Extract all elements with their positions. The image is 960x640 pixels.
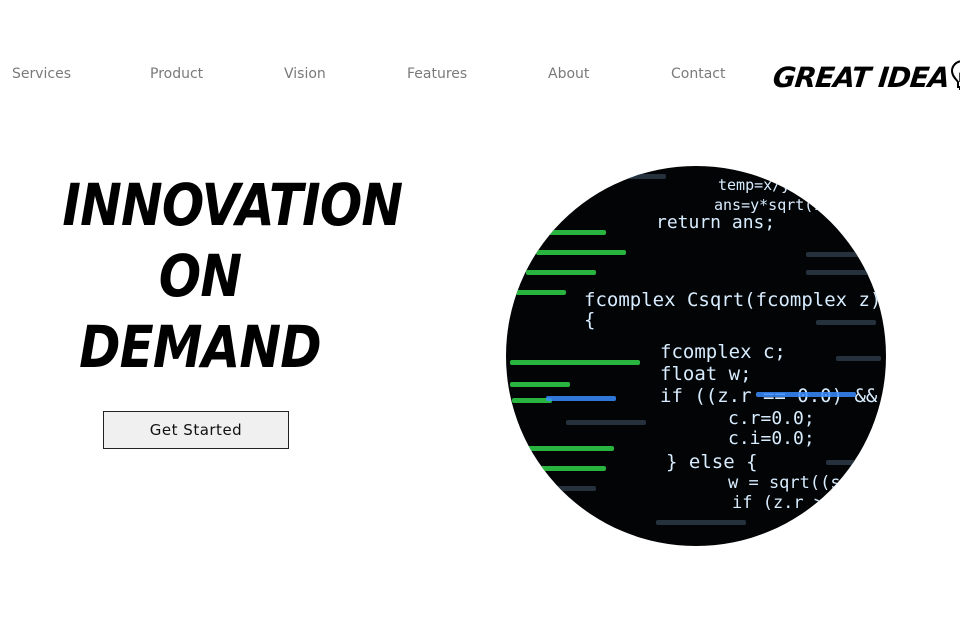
nav-item-product[interactable]: Product (150, 66, 203, 82)
code-fragment-20 (546, 396, 616, 401)
code-fragment-11 (806, 252, 866, 257)
code-fragment-15 (826, 460, 876, 465)
code-line-5: { (584, 309, 595, 331)
code-fragment-9 (526, 466, 606, 471)
code-line-7: float w; (660, 363, 752, 385)
get-started-button[interactable]: Get Started (103, 411, 289, 449)
code-image: temp=x/y;ans=y*sqrt(1.0+temp*temp);retur… (506, 166, 886, 546)
code-fragment-3 (526, 270, 596, 275)
lightbulb-icon (950, 60, 960, 93)
code-line-6: fcomplex c; (660, 341, 786, 363)
nav-item-about[interactable]: About (548, 66, 589, 82)
code-fragment-2 (536, 250, 626, 255)
nav-item-features[interactable]: Features (407, 66, 467, 82)
nav-item-vision[interactable]: Vision (284, 66, 326, 82)
code-line-12: w = sqrt((sqrt(z.r (728, 473, 886, 493)
hero-title: INNOVATION ON DEMAND (62, 170, 403, 383)
code-fragment-1 (546, 230, 606, 235)
code-fragment-6 (510, 382, 570, 387)
code-fragment-18 (606, 174, 666, 179)
code-image-graphic: temp=x/y;ans=y*sqrt(1.0+temp*temp);retur… (510, 174, 886, 525)
nav-item-services[interactable]: Services (12, 66, 71, 82)
code-line-3: return ans; (656, 212, 775, 233)
code-fragment-19 (756, 392, 856, 397)
code-line-11: } else { (666, 451, 758, 473)
code-fragment-10 (536, 486, 596, 491)
code-fragment-13 (816, 320, 876, 325)
code-line-13: if (z.r >= 0.0) { (732, 493, 886, 513)
nav-item-contact[interactable]: Contact (671, 66, 725, 82)
code-line-1: temp=x/y; (718, 176, 799, 194)
code-fragment-16 (566, 420, 646, 425)
logo-text: GREAT IDEA (771, 60, 951, 94)
logo[interactable]: GREAT IDEA (771, 58, 960, 96)
code-line-9: c.r=0.0; (728, 408, 815, 429)
code-fragment-12 (806, 270, 876, 275)
code-fragment-14 (836, 356, 881, 361)
code-line-10: c.i=0.0; (728, 428, 815, 449)
hero-title-line-1: INNOVATION (62, 171, 403, 239)
code-fragment-5 (510, 360, 640, 365)
code-line-4: fcomplex Csqrt(fcomplex z) (584, 289, 881, 311)
code-fragment-17 (656, 520, 746, 525)
code-fragment-4 (516, 290, 566, 295)
code-fragment-8 (524, 446, 614, 451)
hero-title-line-3: DEMAND (79, 313, 322, 381)
hero-title-line-2: ON (158, 242, 242, 310)
